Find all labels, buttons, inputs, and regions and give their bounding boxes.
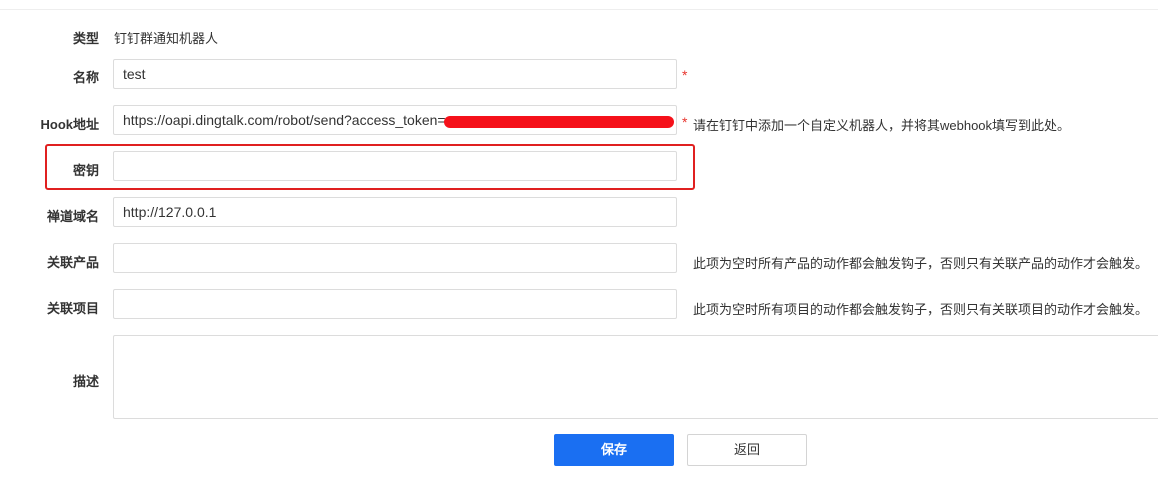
- projects-row: 关联项目 此项为空时所有项目的动作都会触发钩子，否则只有关联项目的动作才会触发。: [0, 289, 1158, 321]
- projects-hint: 此项为空时所有项目的动作都会触发钩子，否则只有关联项目的动作才会触发。: [693, 302, 1149, 317]
- name-input[interactable]: test: [113, 59, 677, 89]
- products-hint: 此项为空时所有产品的动作都会触发钩子，否则只有关联产品的动作才会触发。: [693, 256, 1149, 271]
- secret-row: 密钥: [0, 151, 1158, 183]
- hook-label: Hook地址: [40, 117, 99, 132]
- top-divider: [0, 9, 1158, 10]
- hook-required-mark: *: [682, 114, 688, 130]
- description-label: 描述: [72, 374, 99, 389]
- name-row: 名称 test *: [0, 59, 1158, 91]
- hook-url-text: https://oapi.dingtalk.com/robot/send?acc…: [123, 112, 446, 128]
- back-button[interactable]: 返回: [687, 434, 807, 466]
- webhook-edit-page: 类型 钉钉群通知机器人 名称 test * Hook地址 https://oap…: [0, 0, 1158, 479]
- projects-label: 关联项目: [46, 301, 99, 316]
- description-textarea[interactable]: [113, 335, 1158, 419]
- products-label: 关联产品: [46, 255, 99, 270]
- products-select[interactable]: [113, 243, 677, 273]
- name-label: 名称: [72, 70, 99, 85]
- hook-row: Hook地址 https://oapi.dingtalk.com/robot/s…: [0, 105, 1158, 137]
- type-label: 类型: [72, 31, 99, 46]
- save-button[interactable]: 保存: [554, 434, 674, 466]
- redaction-mark: [444, 116, 674, 128]
- secret-input[interactable]: [113, 151, 677, 181]
- secret-label: 密钥: [72, 163, 99, 178]
- domain-row: 禅道域名 http://127.0.0.1: [0, 197, 1158, 229]
- name-required-mark: *: [682, 67, 688, 83]
- type-row: 类型 钉钉群通知机器人: [0, 28, 1158, 46]
- hook-hint: 请在钉钉中添加一个自定义机器人，并将其webhook填写到此处。: [693, 118, 1071, 133]
- products-row: 关联产品 此项为空时所有产品的动作都会触发钩子，否则只有关联产品的动作才会触发。: [0, 243, 1158, 275]
- domain-label: 禅道域名: [46, 209, 99, 224]
- domain-input[interactable]: http://127.0.0.1: [113, 197, 677, 227]
- projects-select[interactable]: [113, 289, 677, 319]
- type-value: 钉钉群通知机器人: [114, 31, 219, 46]
